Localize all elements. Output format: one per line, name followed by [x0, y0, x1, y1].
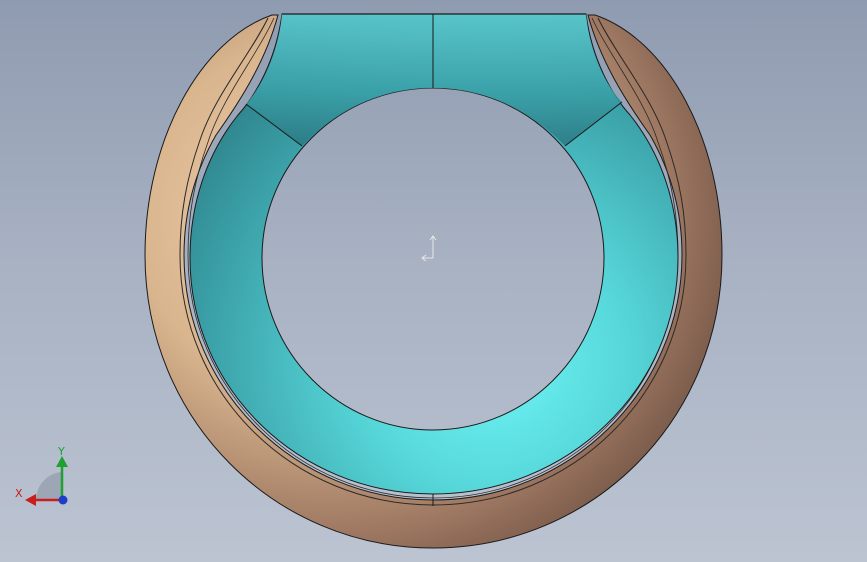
liner-top-band — [246, 14, 622, 146]
y-axis-label: Y — [57, 445, 65, 458]
z-axis-dot-icon — [58, 495, 68, 505]
x-axis-label: X — [15, 487, 23, 500]
origin-icon — [421, 235, 437, 262]
model-view[interactable]: Y X — [0, 0, 867, 562]
axis-triad: Y X — [15, 445, 68, 506]
triad-plane-icon — [35, 472, 62, 500]
graphics-viewport[interactable]: Y X — [0, 0, 867, 562]
x-axis-arrow-icon — [25, 494, 36, 506]
